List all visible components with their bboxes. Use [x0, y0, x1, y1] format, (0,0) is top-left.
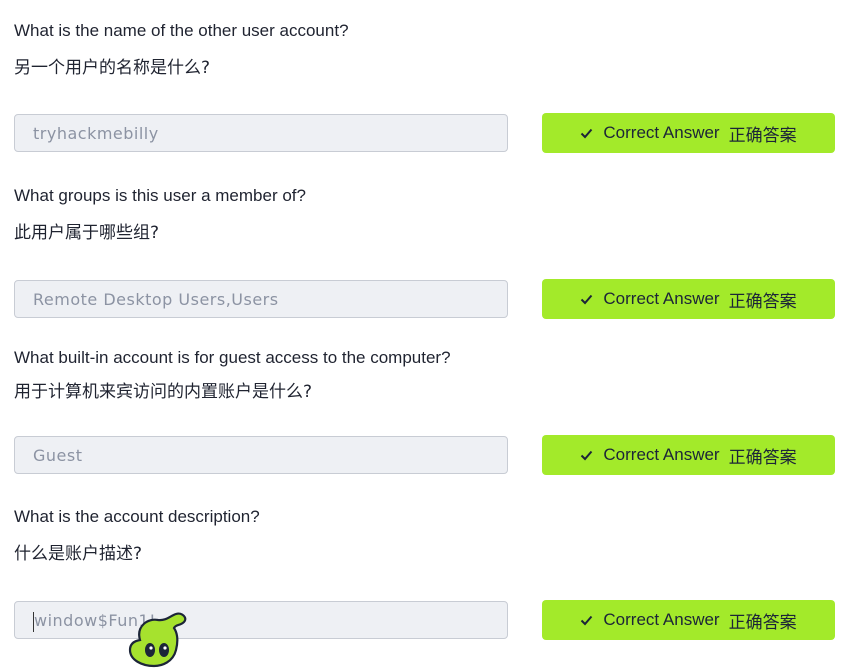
question-text-zh: 什么是账户描述?: [14, 544, 143, 564]
answer-input-4[interactable]: window$Fun1!: [14, 601, 508, 639]
question-1: What is the name of the other user accou…: [14, 20, 835, 79]
answer-page: What is the name of the other user accou…: [0, 0, 857, 668]
question-4: What is the account description? 什么是账户描述…: [14, 506, 835, 565]
answer-value: tryhackmebilly: [33, 124, 159, 143]
mascot-icon[interactable]: [126, 612, 192, 668]
button-label-en: Correct Answer: [603, 445, 720, 464]
question-2: What groups is this user a member of? 此用…: [14, 185, 835, 244]
correct-answer-button-4[interactable]: Correct Answer 正确答案: [542, 600, 835, 640]
question-text-zh: 用于计算机来宾访问的内置账户是什么?: [14, 382, 313, 402]
correct-answer-button-2[interactable]: Correct Answer 正确答案: [542, 279, 835, 319]
check-icon: [580, 128, 593, 139]
check-icon: [580, 294, 593, 305]
button-label-zh: 正确答案: [728, 125, 797, 146]
check-icon: [580, 615, 593, 626]
question-text-zh: 此用户属于哪些组?: [14, 223, 160, 243]
correct-answer-button-1[interactable]: Correct Answer 正确答案: [542, 113, 835, 153]
button-label-en: Correct Answer: [603, 289, 720, 308]
button-label-zh: 正确答案: [728, 447, 797, 468]
answer-input-1[interactable]: tryhackmebilly: [14, 114, 508, 152]
question-text-en: What is the account description?: [14, 507, 260, 526]
question-text-en: What built-in account is for guest acces…: [14, 348, 451, 367]
answer-input-3[interactable]: Guest: [14, 436, 508, 474]
button-label-zh: 正确答案: [728, 291, 797, 312]
question-text-en: What groups is this user a member of?: [14, 186, 306, 205]
answer-input-2[interactable]: Remote Desktop Users,Users: [14, 280, 508, 318]
question-text-zh: 另一个用户的名称是什么?: [14, 58, 211, 78]
button-label-en: Correct Answer: [603, 123, 720, 142]
question-3: What built-in account is for guest acces…: [14, 347, 835, 403]
correct-answer-button-3[interactable]: Correct Answer 正确答案: [542, 435, 835, 475]
button-label-en: Correct Answer: [603, 610, 720, 629]
answer-value: Remote Desktop Users,Users: [33, 290, 279, 309]
check-icon: [580, 450, 593, 461]
answer-value: Guest: [33, 446, 83, 465]
question-text-en: What is the name of the other user accou…: [14, 21, 349, 40]
button-label-zh: 正确答案: [728, 612, 797, 633]
